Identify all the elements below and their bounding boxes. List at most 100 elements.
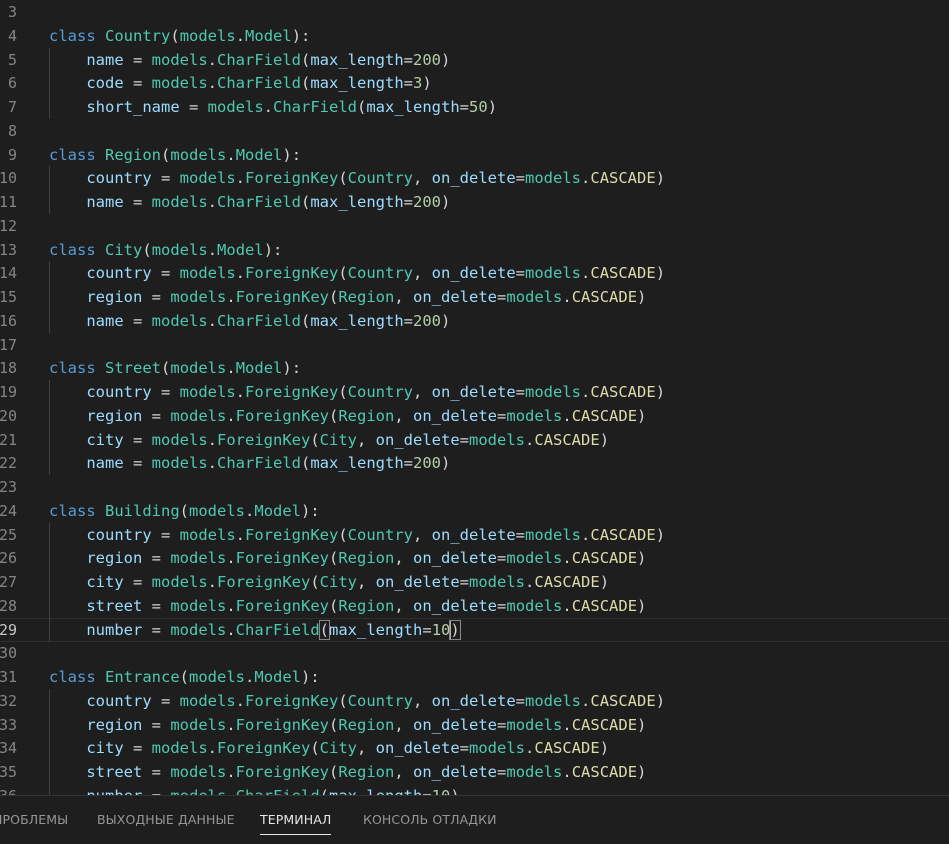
code-token: name: [86, 454, 124, 473]
code-token: country: [86, 264, 152, 283]
code-token: ForeignKey: [245, 169, 339, 188]
line-number: 8: [7, 121, 17, 140]
code-line[interactable]: 8: [0, 119, 949, 143]
code-line[interactable]: 14 country = models.ForeignKey(Country, …: [0, 261, 949, 286]
code-token: =: [123, 573, 152, 591]
line-number: 18: [0, 359, 17, 378]
line-code: region = models.ForeignKey(Region, on_de…: [49, 404, 646, 428]
code-line[interactable]: 22 name = models.CharField(max_length=20…: [0, 451, 949, 476]
code-line[interactable]: 13 class City(models.Model):: [0, 238, 949, 262]
line-number: 36: [0, 784, 17, 795]
line-number: 22: [0, 454, 17, 473]
code-token: ,: [413, 691, 432, 710]
code-token: Region: [338, 549, 395, 568]
tab-debug-console[interactable]: КОНСОЛЬ ОТЛАДКИ: [363, 796, 497, 843]
code-line[interactable]: 35 street = models.ForeignKey(Region, on…: [0, 760, 949, 784]
code-line[interactable]: 16 name = models.CharField(max_length=20…: [0, 308, 949, 333]
code-token: .: [562, 596, 572, 615]
code-line[interactable]: 19 country = models.ForeignKey(Country, …: [0, 380, 949, 404]
code-token: city: [86, 739, 124, 758]
code-token: street: [86, 763, 143, 781]
code-token: Region: [338, 715, 395, 734]
code-token: ,: [394, 406, 414, 425]
code-token: (: [357, 98, 367, 116]
code-line[interactable]: 24 class Building(models.Model):: [0, 499, 949, 523]
code-token: .: [235, 525, 245, 544]
code-token: models: [179, 691, 236, 710]
code-line[interactable]: 10 country = models.ForeignKey(Country, …: [0, 166, 949, 191]
code-token: (: [338, 169, 348, 188]
code-token: models: [506, 549, 563, 568]
code-token: max_length: [310, 74, 404, 93]
code-token: =: [515, 264, 526, 283]
code-line[interactable]: 9 class Region(models.Model):: [0, 143, 949, 167]
tab-problems[interactable]: ПРОБЛЕМЫ: [0, 796, 68, 843]
code-line[interactable]: 30: [0, 641, 949, 665]
code-token: models: [469, 739, 526, 758]
code-line[interactable]: 17: [0, 333, 949, 357]
code-line[interactable]: 31 class Entrance(models.Model):: [0, 665, 949, 689]
code-token: CharField: [217, 311, 301, 330]
code-line[interactable]: 20 region = models.ForeignKey(Region, on…: [0, 403, 949, 428]
code-line[interactable]: 7 short_name = models.CharField(max_leng…: [0, 95, 949, 119]
code-token: ): [487, 98, 498, 116]
code-token: ForeignKey: [245, 525, 339, 544]
tab-output[interactable]: ВЫХОДНЫЕ ДАННЫЕ: [97, 796, 235, 843]
code-token: .: [226, 359, 236, 378]
code-line[interactable]: 18 class Street(models.Model):: [0, 356, 949, 380]
code-line[interactable]: 28 street = models.ForeignKey(Region, on…: [0, 593, 949, 618]
code-token: ): [655, 525, 666, 544]
line-number: 30: [0, 644, 17, 663]
code-line[interactable]: 5 name = models.CharField(max_length=200…: [0, 47, 949, 72]
code-line[interactable]: 26 region = models.ForeignKey(Region, on…: [0, 546, 949, 571]
code-line[interactable]: 11 name = models.CharField(max_length=20…: [0, 190, 949, 214]
code-token: City: [319, 739, 357, 758]
line-number: 26: [0, 549, 17, 568]
code-token: number: [86, 620, 143, 639]
code-line[interactable]: 4 class Country(models.Model):: [0, 24, 949, 48]
code-line[interactable]: 29 number = models.CharField(max_length=…: [0, 617, 949, 642]
line-number: 6: [7, 74, 17, 93]
code-line[interactable]: 6 code = models.CharField(max_length=3): [0, 71, 949, 96]
line-number: 10: [0, 169, 17, 188]
code-line[interactable]: 12: [0, 214, 949, 238]
code-line[interactable]: 3: [0, 0, 949, 24]
code-token: CharField: [217, 50, 301, 69]
code-line[interactable]: 36 number = models.CharField(max_length=…: [0, 783, 949, 795]
code-line[interactable]: 33 region = models.ForeignKey(Region, on…: [0, 712, 949, 737]
code-editor[interactable]: 3 4 class Country(models.Model): 5 name = m…: [0, 0, 949, 795]
code-line[interactable]: 32 country = models.ForeignKey(Country, …: [0, 688, 949, 713]
code-token: 200: [413, 454, 442, 473]
code-token: ): [441, 454, 451, 473]
line-code: country = models.ForeignKey(Country, on_…: [49, 261, 665, 285]
code-line[interactable]: 25 country = models.ForeignKey(Country, …: [0, 522, 949, 547]
code-line[interactable]: 27 city = models.ForeignKey(City, on_del…: [0, 570, 949, 594]
code-token: ForeignKey: [235, 763, 329, 781]
code-token: on_delete: [413, 406, 498, 425]
bottom-panel: ПРОБЛЕМЫ ВЫХОДНЫЕ ДАННЫЕ ТЕРМИНАЛ КОНСОЛ…: [0, 795, 949, 844]
code-token: class: [49, 359, 96, 378]
code-token: models: [151, 74, 208, 93]
code-token: city: [86, 573, 124, 591]
code-token: ): [655, 169, 666, 188]
code-line[interactable]: 21 city = models.ForeignKey(City, on_del…: [0, 427, 949, 452]
code-line[interactable]: 34 city = models.ForeignKey(City, on_del…: [0, 736, 949, 761]
code-line[interactable]: 23: [0, 475, 949, 499]
code-token: (: [338, 691, 348, 710]
code-token: =: [515, 691, 526, 710]
code-token: .: [226, 406, 236, 425]
code-token: region: [86, 288, 143, 306]
code-token: models: [506, 596, 563, 615]
code-line[interactable]: 15 region = models.ForeignKey(Region, on…: [0, 285, 949, 309]
code-token: =: [515, 525, 526, 544]
code-token: CASCADE: [590, 264, 656, 283]
code-token: models: [525, 691, 582, 710]
code-token: models: [179, 525, 236, 544]
tab-terminal[interactable]: ТЕРМИНАЛ: [260, 796, 332, 843]
line-number: 35: [0, 763, 17, 781]
